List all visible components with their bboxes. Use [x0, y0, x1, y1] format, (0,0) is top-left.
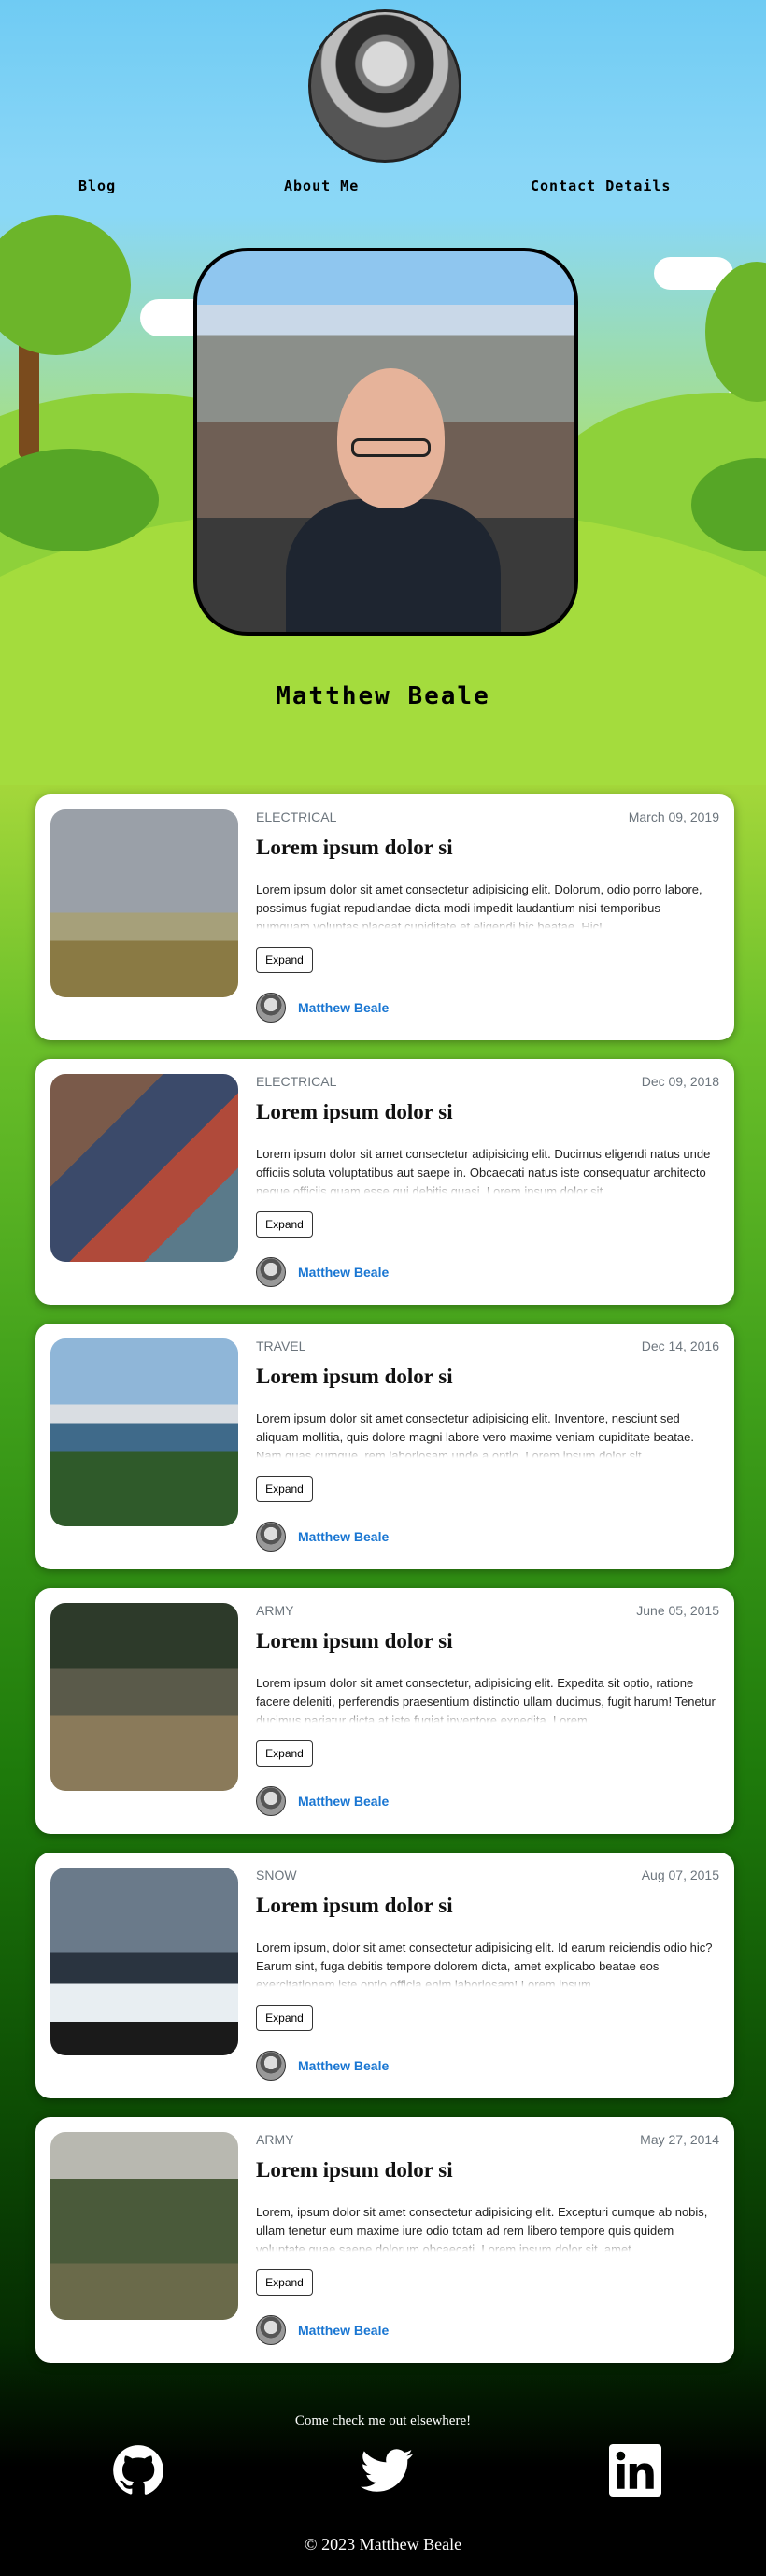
- author-link[interactable]: Matthew Beale: [298, 1529, 389, 1544]
- nav-link-blog[interactable]: Blog: [78, 178, 116, 194]
- post-card: ARMY June 05, 2015 Lorem ipsum dolor si …: [35, 1588, 734, 1834]
- post-card: ARMY May 27, 2014 Lorem ipsum dolor si L…: [35, 2117, 734, 2363]
- author-link[interactable]: Matthew Beale: [298, 2058, 389, 2073]
- expand-button[interactable]: Expand: [256, 1476, 313, 1502]
- author-avatar: [256, 993, 286, 1023]
- github-icon[interactable]: [112, 2444, 164, 2497]
- post-date: March 09, 2019: [628, 809, 719, 824]
- tree: [0, 215, 131, 355]
- author-avatar: [256, 2051, 286, 2081]
- author-link[interactable]: Matthew Beale: [298, 1265, 389, 1280]
- post-card: SNOW Aug 07, 2015 Lorem ipsum dolor si L…: [35, 1853, 734, 2098]
- post-title: Lorem ipsum dolor si: [256, 2158, 453, 2182]
- post-card: ELECTRICAL March 09, 2019 Lorem ipsum do…: [35, 794, 734, 1040]
- post-title: Lorem ipsum dolor si: [256, 1629, 453, 1653]
- post-thumbnail[interactable]: [50, 2132, 238, 2320]
- post-title: Lorem ipsum dolor si: [256, 836, 453, 859]
- main-nav: Blog About Me Contact Details: [0, 178, 766, 200]
- post-category: ARMY: [256, 2132, 294, 2147]
- expand-button[interactable]: Expand: [256, 947, 313, 973]
- post-date: Dec 09, 2018: [641, 1074, 719, 1089]
- post-thumbnail[interactable]: [50, 1603, 238, 1791]
- expand-button[interactable]: Expand: [256, 1740, 313, 1767]
- twitter-icon[interactable]: [361, 2444, 413, 2497]
- post-thumbnail[interactable]: [50, 1868, 238, 2055]
- post-category: SNOW: [256, 1868, 297, 1882]
- post-thumbnail[interactable]: [50, 1338, 238, 1526]
- copyright: © 2023 Matthew Beale: [304, 2535, 462, 2554]
- expand-button[interactable]: Expand: [256, 1211, 313, 1238]
- post-excerpt: Lorem, ipsum dolor sit amet consectetur …: [256, 2203, 717, 2252]
- post-title: Lorem ipsum dolor si: [256, 1100, 453, 1123]
- nav-link-contact-details[interactable]: Contact Details: [531, 178, 671, 194]
- post-date: Aug 07, 2015: [641, 1868, 719, 1882]
- author-avatar: [256, 1257, 286, 1287]
- author-link[interactable]: Matthew Beale: [298, 1000, 389, 1015]
- post-excerpt: Lorem ipsum, dolor sit amet consectetur …: [256, 1939, 717, 1987]
- post-date: Dec 14, 2016: [641, 1338, 719, 1353]
- post-category: TRAVEL: [256, 1338, 306, 1353]
- author-avatar: [256, 2315, 286, 2345]
- post-excerpt: Lorem ipsum dolor sit amet consectetur a…: [256, 880, 717, 929]
- profile-photo-shirt: [286, 499, 501, 632]
- expand-button[interactable]: Expand: [256, 2005, 313, 2031]
- linkedin-icon[interactable]: [609, 2444, 661, 2497]
- profile-photo: [193, 248, 578, 636]
- footer-tagline: Come check me out elsewhere!: [294, 2413, 472, 2428]
- author-link[interactable]: Matthew Beale: [298, 2323, 389, 2338]
- post-category: ELECTRICAL: [256, 1074, 337, 1089]
- post-thumbnail[interactable]: [50, 1074, 238, 1262]
- profile-name: Matthew Beale: [276, 682, 490, 710]
- post-title: Lorem ipsum dolor si: [256, 1894, 453, 1917]
- header-avatar: [308, 9, 461, 163]
- post-category: ARMY: [256, 1603, 294, 1618]
- post-title: Lorem ipsum dolor si: [256, 1365, 453, 1388]
- post-excerpt: Lorem ipsum dolor sit amet consectetur a…: [256, 1145, 717, 1194]
- post-excerpt: Lorem ipsum dolor sit amet consectetur, …: [256, 1674, 717, 1723]
- post-thumbnail[interactable]: [50, 809, 238, 997]
- author-avatar: [256, 1522, 286, 1552]
- post-category: ELECTRICAL: [256, 809, 337, 824]
- post-card: ELECTRICAL Dec 09, 2018 Lorem ipsum dolo…: [35, 1059, 734, 1305]
- post-date: June 05, 2015: [636, 1603, 719, 1618]
- profile-photo-glasses: [351, 438, 431, 457]
- author-avatar: [256, 1786, 286, 1816]
- author-link[interactable]: Matthew Beale: [298, 1794, 389, 1809]
- post-date: May 27, 2014: [640, 2132, 719, 2147]
- expand-button[interactable]: Expand: [256, 2269, 313, 2296]
- nav-link-about-me[interactable]: About Me: [284, 178, 359, 194]
- post-excerpt: Lorem ipsum dolor sit amet consectetur a…: [256, 1410, 717, 1458]
- post-card: TRAVEL Dec 14, 2016 Lorem ipsum dolor si…: [35, 1324, 734, 1569]
